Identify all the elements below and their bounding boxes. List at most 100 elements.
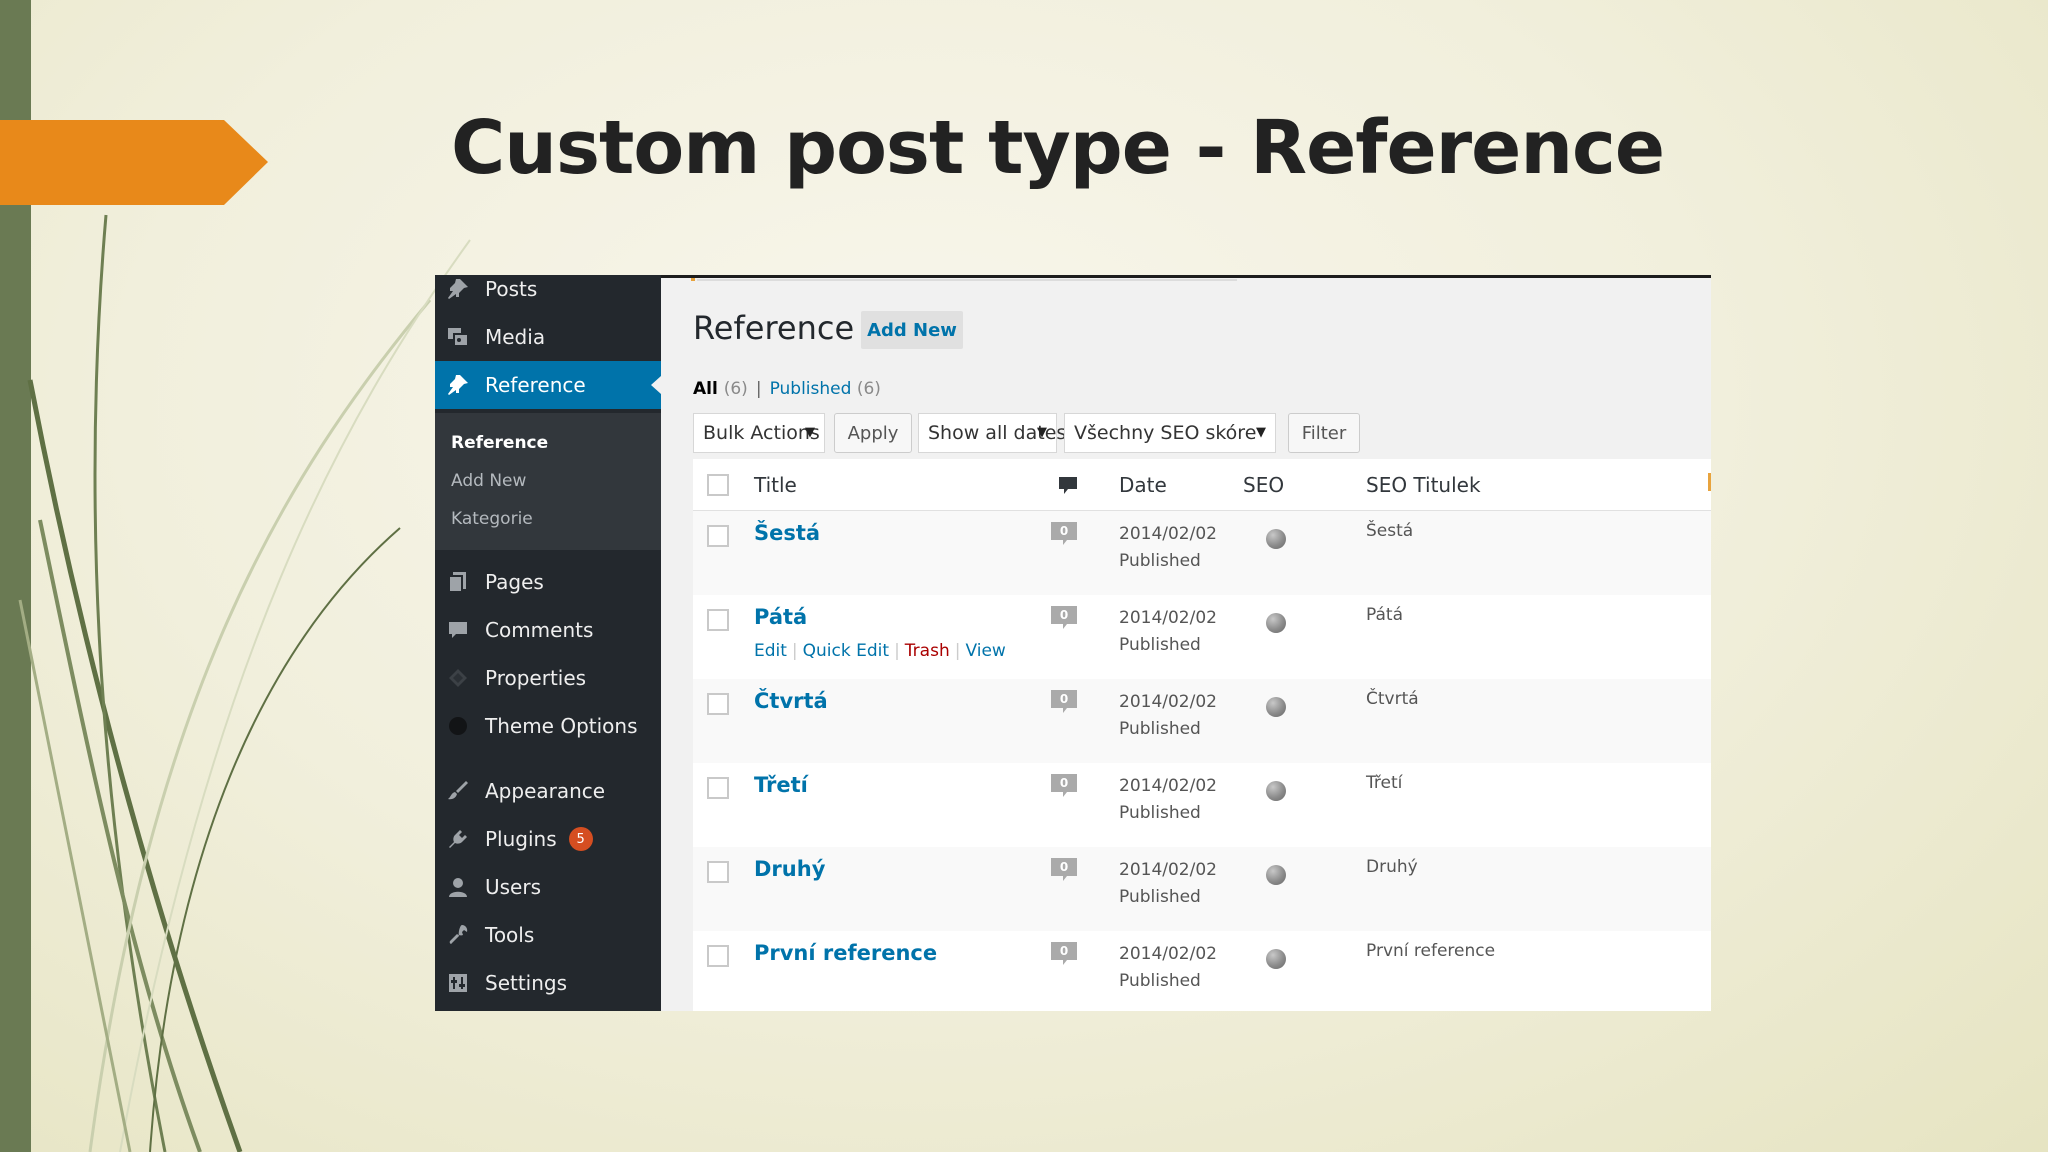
wp-admin-screenshot: Posts Media Reference Reference Add New …	[435, 275, 1711, 1011]
post-date: 2014/02/02 Published	[1119, 776, 1217, 823]
post-date: 2014/02/02 Published	[1119, 860, 1217, 907]
seo-title-value: Čtvrtá	[1366, 689, 1419, 709]
row-checkbox[interactable]	[707, 945, 729, 967]
table-row: Třetí 0 2014/02/02 Published Třetí	[693, 763, 1711, 847]
table-row: První reference 0 2014/02/02 Published Pr…	[693, 931, 1711, 1011]
sidebar-item-pages[interactable]: Pages	[435, 558, 661, 606]
comment-count-icon[interactable]: 0	[1049, 857, 1079, 883]
row-checkbox[interactable]	[707, 525, 729, 547]
sidebar-item-appearance[interactable]: Appearance	[435, 767, 661, 815]
sidebar-item-media[interactable]: Media	[435, 313, 661, 361]
seo-title-value: Třetí	[1366, 773, 1403, 793]
submenu-item-add-new[interactable]: Add New	[451, 471, 526, 491]
submenu-item-reference[interactable]: Reference	[451, 433, 548, 453]
status-filters: All (6) | Published (6)	[693, 379, 881, 399]
reference-submenu: Reference Add New Kategorie	[435, 413, 661, 550]
sidebar-item-reference[interactable]: Reference	[435, 361, 661, 409]
post-title-link[interactable]: Pátá	[754, 605, 807, 629]
table-row: Druhý 0 2014/02/02 Published Druhý	[693, 847, 1711, 931]
caret-down-icon: ▼	[805, 425, 815, 440]
row-checkbox[interactable]	[707, 777, 729, 799]
post-title-link[interactable]: Třetí	[754, 773, 808, 797]
apply-button[interactable]: Apply	[834, 413, 912, 453]
comment-count-icon[interactable]: 0	[1049, 605, 1079, 631]
wrench-icon	[445, 922, 471, 948]
sidebar-item-theme-options[interactable]: Theme Options	[435, 702, 661, 750]
sidebar-item-users[interactable]: Users	[435, 863, 661, 911]
page-title: Reference	[693, 309, 855, 347]
post-date: 2014/02/02 Published	[1119, 524, 1217, 571]
row-checkbox[interactable]	[707, 861, 729, 883]
seo-title-value: Druhý	[1366, 857, 1418, 877]
comment-count-icon[interactable]: 0	[1049, 521, 1079, 547]
pin-icon	[445, 276, 471, 302]
bulk-actions-select[interactable]: Bulk Actions ▼	[693, 413, 825, 453]
post-title-link[interactable]: Druhý	[754, 857, 825, 881]
seo-score-select[interactable]: Všechny SEO skóre ▼	[1064, 413, 1276, 453]
orange-arrow-tab	[0, 120, 268, 205]
media-icon	[445, 324, 471, 350]
plugins-update-badge: 5	[568, 827, 593, 851]
sidebar-item-posts[interactable]: Posts	[435, 275, 661, 313]
seo-title-value: První reference	[1366, 941, 1496, 961]
row-checkbox[interactable]	[707, 609, 729, 631]
column-date[interactable]: Date	[1119, 473, 1167, 497]
filter-all-link[interactable]: All (6)	[693, 379, 748, 399]
column-seo-title[interactable]: SEO Titulek	[1366, 473, 1481, 497]
filter-published-link[interactable]: Published (6)	[770, 379, 881, 399]
seo-title-value: Šestá	[1366, 521, 1414, 541]
plug-icon	[445, 826, 471, 852]
caret-down-icon: ▼	[1037, 425, 1047, 440]
comment-count-icon[interactable]: 0	[1049, 773, 1079, 799]
column-seo[interactable]: SEO	[1243, 473, 1284, 497]
table-row: Šestá 0 2014/02/02 Published Šestá	[693, 511, 1711, 595]
comments-column-icon[interactable]	[1057, 475, 1079, 501]
table-header: Title Date SEO SEO Titulek	[693, 459, 1711, 511]
add-new-button[interactable]: Add New	[861, 311, 963, 349]
post-date: 2014/02/02 Published	[1119, 944, 1217, 991]
sidebar-item-tools[interactable]: Tools	[435, 911, 661, 959]
seo-score-dot	[1266, 781, 1286, 801]
post-title-link[interactable]: První reference	[754, 941, 937, 965]
dates-select[interactable]: Show all dates ▼	[918, 413, 1066, 453]
brush-icon	[445, 778, 471, 804]
sidebar-item-plugins[interactable]: Plugins 5	[435, 815, 661, 863]
post-date: 2014/02/02 Published	[1119, 692, 1217, 739]
post-title-link[interactable]: Šestá	[754, 521, 820, 545]
caret-down-icon: ▼	[1256, 425, 1266, 440]
filter-button[interactable]: Filter	[1288, 413, 1360, 453]
sidebar-item-settings[interactable]: Settings	[435, 959, 661, 1007]
submenu-item-kategorie[interactable]: Kategorie	[451, 509, 533, 529]
sidebar-item-properties[interactable]: Properties	[435, 654, 661, 702]
table-row: Čtvrtá 0 2014/02/02 Published Čtvrtá	[693, 679, 1711, 763]
comment-count-icon[interactable]: 0	[1049, 941, 1079, 967]
seo-score-dot	[1266, 529, 1286, 549]
pin-icon	[445, 372, 471, 398]
edit-link[interactable]: Edit	[754, 641, 787, 661]
view-link[interactable]: View	[965, 641, 1005, 661]
column-title[interactable]: Title	[754, 473, 797, 497]
seo-score-dot	[1266, 697, 1286, 717]
seo-title-value: Pátá	[1366, 605, 1403, 625]
post-date: 2014/02/02 Published	[1119, 608, 1217, 655]
table-row: Pátá Edit | Quick Edit | Trash | View 0 2014/0…	[693, 595, 1711, 679]
trash-link[interactable]: Trash	[905, 641, 950, 661]
settings-icon	[445, 970, 471, 996]
row-actions: Edit | Quick Edit | Trash | View	[754, 641, 1006, 661]
main-content: Reference Add New All (6) | Published (6) …	[661, 275, 1711, 1011]
sidebar-item-comments[interactable]: Comments	[435, 606, 661, 654]
seo-score-dot	[1266, 865, 1286, 885]
seo-score-dot	[1266, 613, 1286, 633]
quick-edit-link[interactable]: Quick Edit	[803, 641, 889, 661]
posts-table: Title Date SEO SEO Titulek Šestá 0 2014/…	[693, 459, 1711, 1011]
properties-icon	[445, 665, 471, 691]
pages-icon	[445, 569, 471, 595]
circle-icon	[445, 713, 471, 739]
admin-sidebar: Posts Media Reference Reference Add New …	[435, 275, 661, 1011]
comment-count-icon[interactable]: 0	[1049, 689, 1079, 715]
user-icon	[445, 874, 471, 900]
select-all-checkbox[interactable]	[707, 474, 729, 496]
row-checkbox[interactable]	[707, 693, 729, 715]
seo-score-dot	[1266, 949, 1286, 969]
post-title-link[interactable]: Čtvrtá	[754, 689, 828, 713]
